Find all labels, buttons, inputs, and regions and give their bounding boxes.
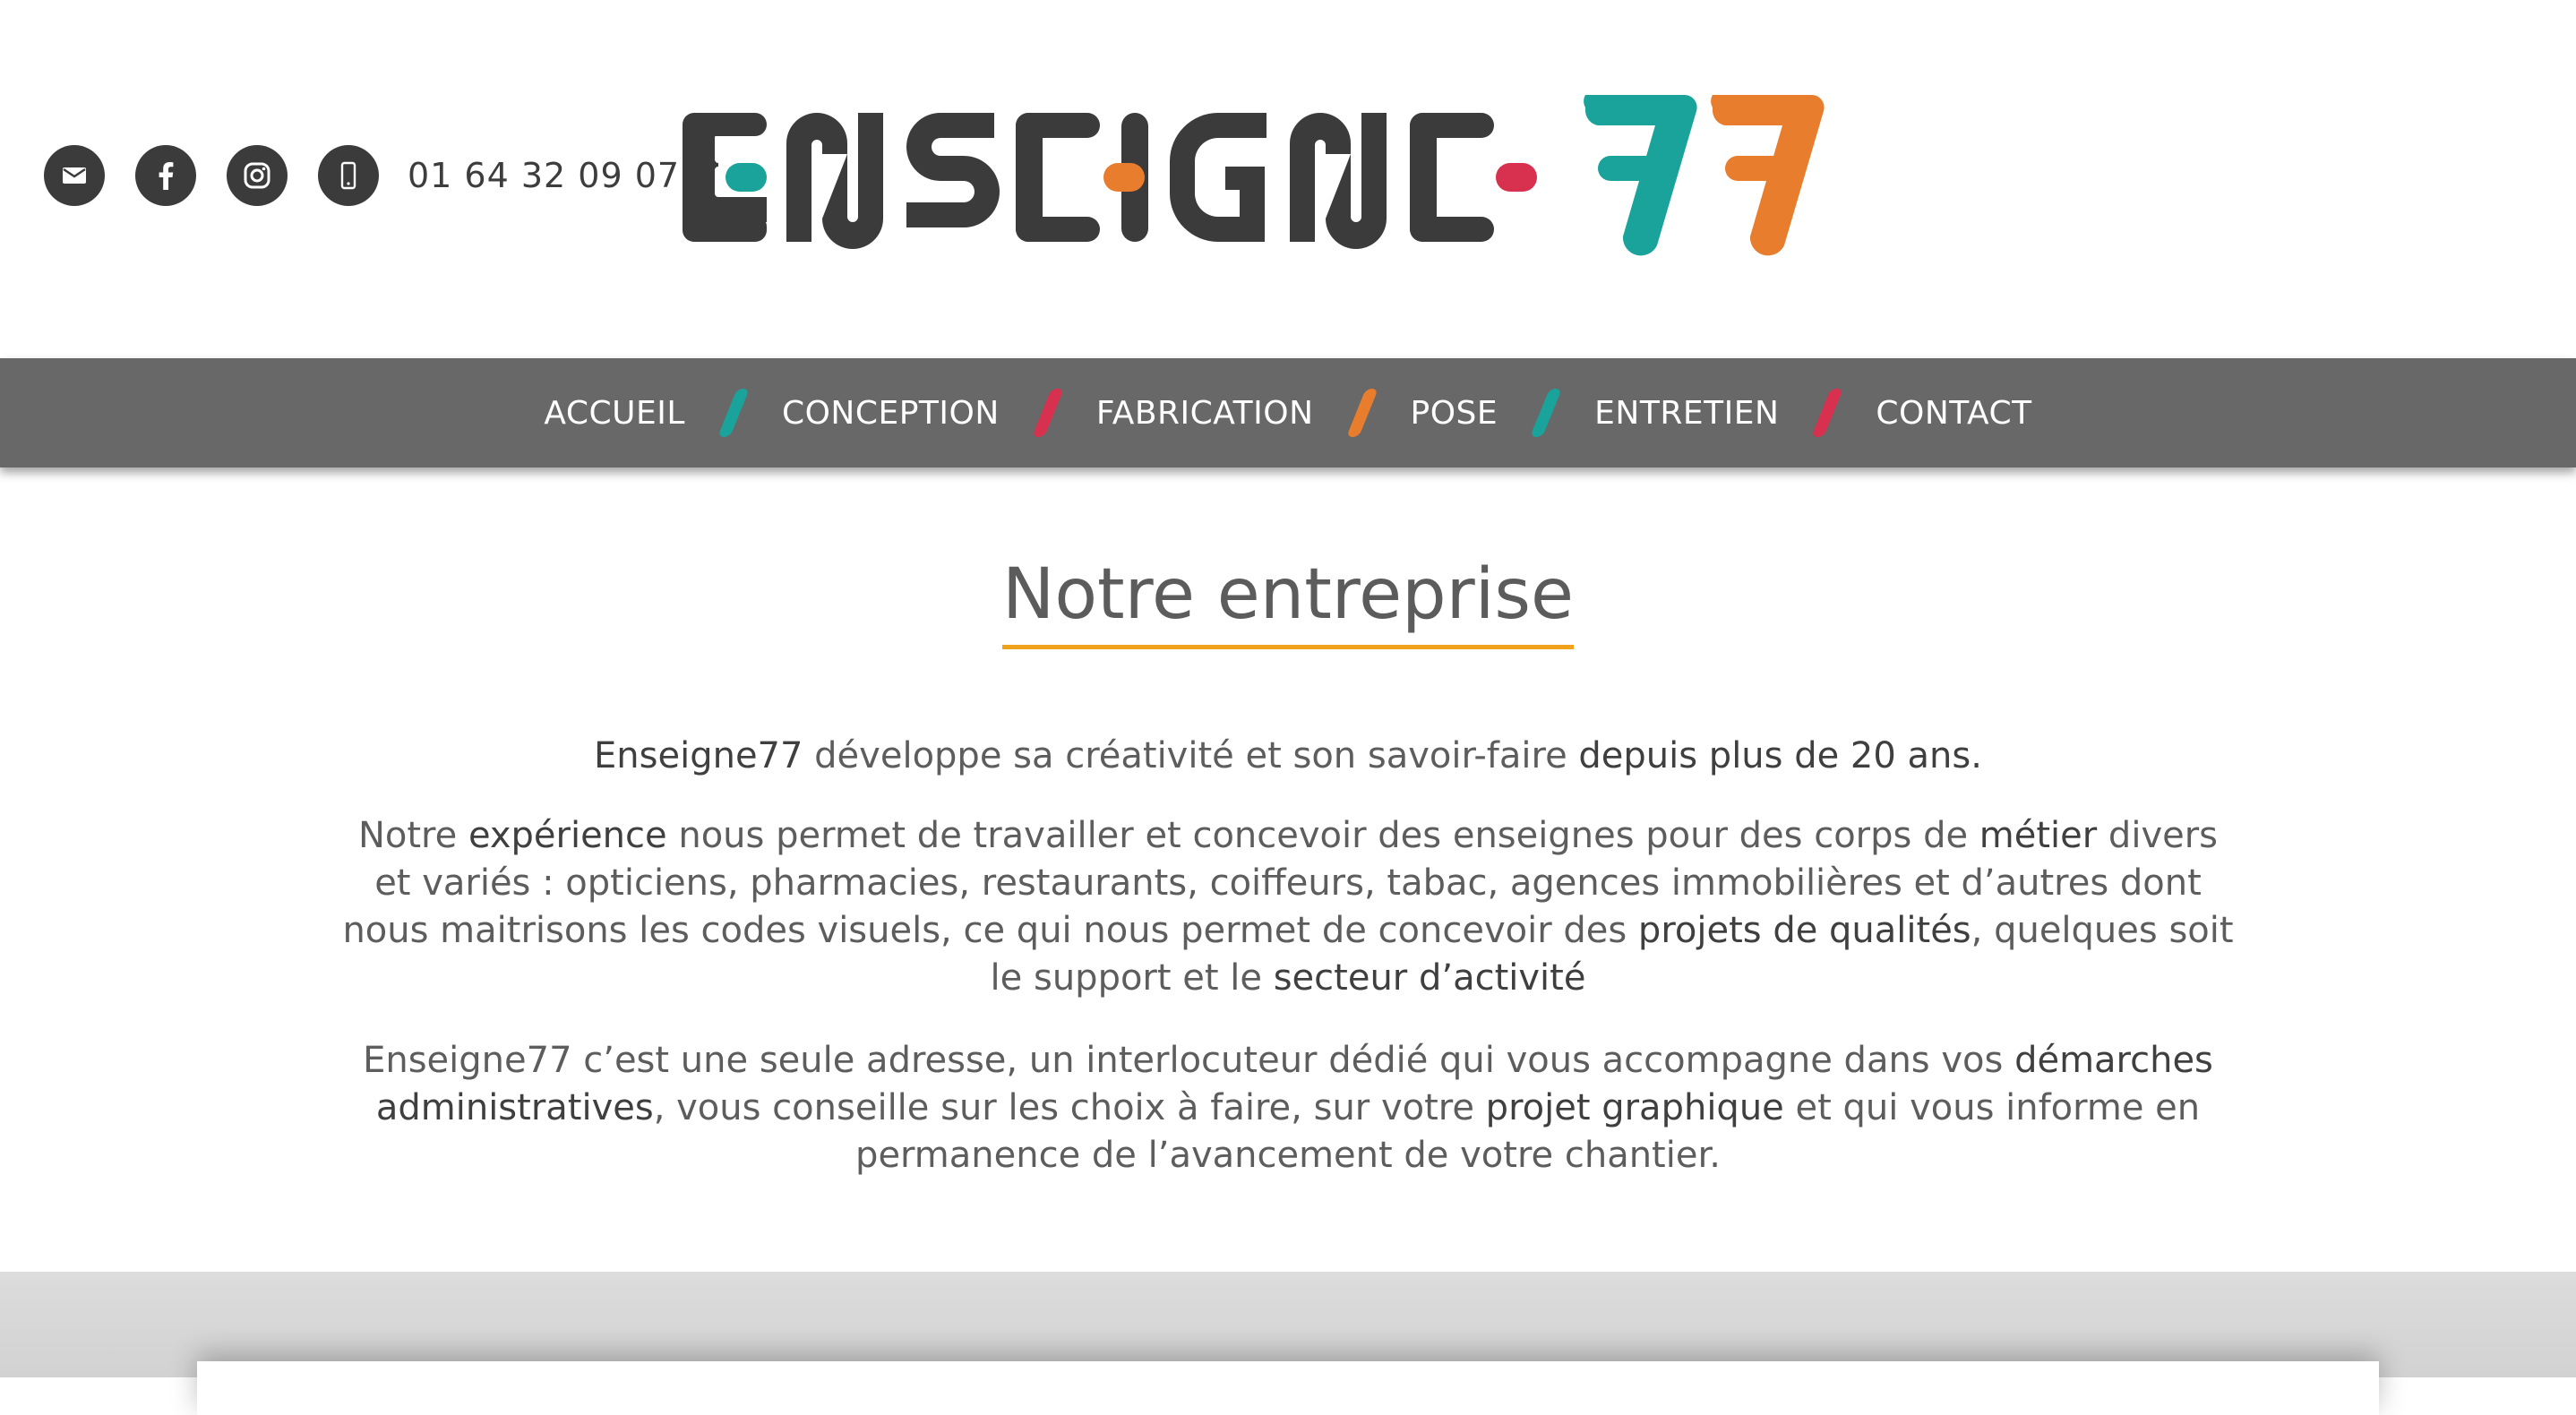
mobile-button[interactable] [318,145,379,206]
highlight-experience: expérience [468,815,667,856]
facebook-icon [159,162,174,190]
nav-accueil[interactable]: ACCUEIL [544,395,685,432]
highlight-years: depuis plus de 20 ans. [1578,735,1982,776]
nav-entretien[interactable]: ENTRETIEN [1594,395,1779,432]
nav-contact[interactable]: CONTACT [1876,395,2031,432]
facebook-button[interactable] [135,145,196,206]
contact-paragraph: Enseigne77 c’est une seule adresse, un i… [363,1040,2213,1176]
company-section: Notre entreprise Enseigne77 développe sa… [0,467,2576,1272]
envelope-icon [63,167,86,184]
site-header: 01 64 32 09 07 [0,0,2576,358]
next-section-band [0,1272,2576,1415]
section-title: Notre entreprise [1001,556,1574,649]
nav-separator [1345,389,1378,437]
nav-separator [1031,389,1064,437]
nav-separator [717,389,750,437]
highlight-quality: projets de qualités [1637,910,1971,951]
highlight-sector: secteur d’activité [1273,957,1586,999]
instagram-icon [244,162,270,189]
instagram-button[interactable] [227,145,288,206]
intro-paragraph: Enseigne77 développe sa créativité et so… [594,735,1982,776]
social-links: 01 64 32 09 07 [44,145,680,206]
brand-name: Enseigne77 [594,735,803,776]
experience-paragraph: Notre expérience nous permet de travaill… [342,815,2234,999]
email-button[interactable] [44,145,105,206]
nav-separator [1530,389,1563,437]
phone-number[interactable]: 01 64 32 09 07 [408,156,680,195]
highlight-metier: métier [1979,815,2098,856]
nav-conception[interactable]: CONCEPTION [782,395,1000,432]
nav-fabrication[interactable]: FABRICATION [1096,395,1314,432]
main-navigation: ACCUEIL CONCEPTION FABRICATION POSE ENTR… [0,358,2576,467]
next-section-card [197,1361,2379,1415]
enseigne77-logo[interactable] [681,90,1899,269]
nav-separator [1811,389,1844,437]
nav-pose[interactable]: POSE [1411,395,1498,432]
highlight-graphic: projet graphique [1485,1087,1784,1128]
phone-icon [340,161,356,190]
